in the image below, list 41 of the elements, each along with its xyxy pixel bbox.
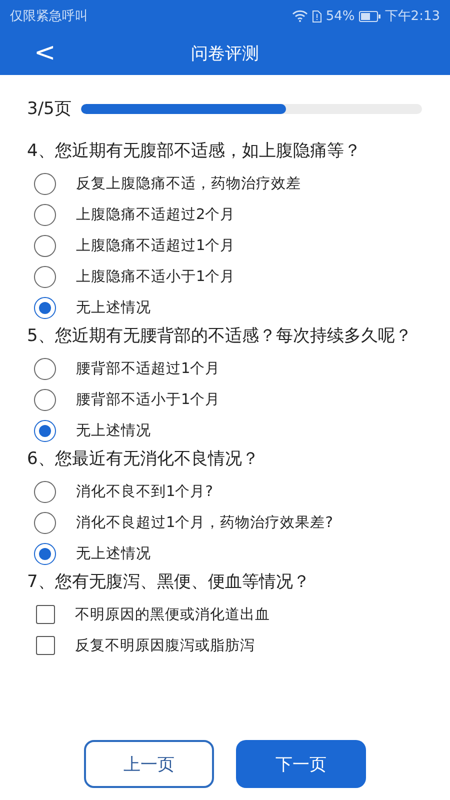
option-label[interactable]: 上腹隐痛不适小于1个月 bbox=[76, 267, 236, 286]
option-label[interactable]: 不明原因的黑便或消化道出血 bbox=[75, 605, 270, 624]
back-button[interactable]: < bbox=[28, 36, 62, 70]
clock-text: 下午2:13 bbox=[384, 8, 440, 25]
checkbox[interactable] bbox=[36, 636, 55, 655]
battery-icon bbox=[358, 10, 381, 22]
radio-button[interactable] bbox=[34, 480, 56, 502]
option-label[interactable]: 无上述情况 bbox=[76, 298, 151, 317]
radio-button[interactable] bbox=[34, 388, 56, 410]
next-page-button[interactable]: 下一页 bbox=[236, 740, 366, 788]
previous-page-button[interactable]: 上一页 bbox=[84, 740, 214, 788]
option-label[interactable]: 反复不明原因腹泻或脂肪泻 bbox=[75, 636, 255, 655]
radio-button[interactable] bbox=[34, 296, 56, 318]
option-label[interactable]: 腰背部不适超过1个月 bbox=[76, 359, 220, 378]
carrier-text: 仅限紧急呼叫 bbox=[10, 8, 88, 25]
option-label[interactable]: 上腹隐痛不适超过2个月 bbox=[76, 205, 236, 224]
option-label[interactable]: 消化不良不到1个月? bbox=[76, 482, 213, 501]
question-text: 4、您近期有无腹部不适感，如上腹隐痛等？ bbox=[27, 140, 362, 162]
option-label[interactable]: 反复上腹隐痛不适，药物治疗效差 bbox=[76, 174, 301, 193]
radio-button[interactable] bbox=[34, 234, 56, 256]
option-label[interactable]: 无上述情况 bbox=[76, 421, 151, 440]
page-title: 问卷评测 bbox=[191, 43, 259, 65]
option-label[interactable]: 无上述情况 bbox=[76, 544, 151, 563]
question-text: 5、您近期有无腰背部的不适感？每次持续多久呢？ bbox=[27, 325, 413, 347]
radio-button[interactable] bbox=[34, 172, 56, 194]
page-counter: 3/5页 bbox=[27, 98, 72, 120]
radio-button[interactable] bbox=[34, 420, 56, 442]
radio-button[interactable] bbox=[34, 542, 56, 564]
checkbox[interactable] bbox=[36, 605, 55, 624]
option-label[interactable]: 消化不良超过1个月，药物治疗效果差? bbox=[76, 513, 333, 532]
option-label[interactable]: 上腹隐痛不适超过1个月 bbox=[76, 236, 236, 255]
question-text: 6、您最近有无消化不良情况？ bbox=[27, 448, 260, 470]
battery-percent: 54% bbox=[326, 8, 355, 24]
wifi-icon bbox=[292, 10, 308, 22]
sim-card-icon bbox=[312, 10, 322, 22]
option-label[interactable]: 腰背部不适小于1个月 bbox=[76, 390, 220, 409]
question-text: 7、您有无腹泻、黑便、便血等情况？ bbox=[27, 571, 311, 593]
radio-button[interactable] bbox=[34, 358, 56, 380]
radio-button[interactable] bbox=[34, 512, 56, 534]
radio-button[interactable] bbox=[34, 266, 56, 288]
radio-button[interactable] bbox=[34, 204, 56, 226]
